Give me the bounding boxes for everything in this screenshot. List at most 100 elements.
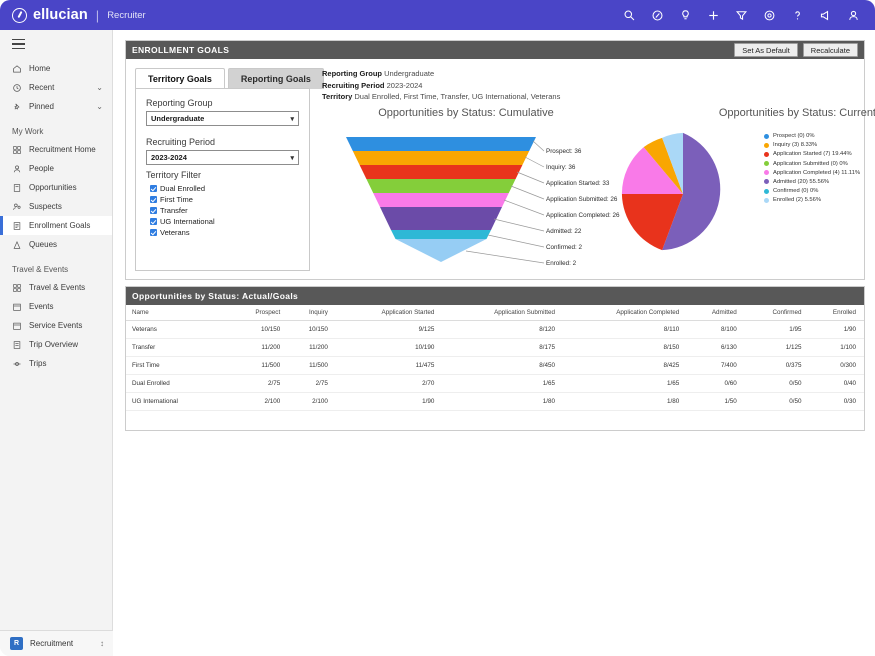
- app-switcher[interactable]: R Recruitment ↕: [0, 630, 113, 656]
- legend-color-swatch: [764, 198, 769, 203]
- plane-icon: [11, 358, 22, 369]
- lightbulb-icon[interactable]: [678, 8, 693, 23]
- table-row[interactable]: Dual Enrolled 2/75 2/75 2/70 1/65 1/65 0…: [126, 375, 864, 393]
- sidebar-item-label: Recruitment Home: [29, 145, 96, 154]
- funnel-label-inquiry: Inquiry: 36: [546, 164, 575, 171]
- territory-checkbox-first-time[interactable]: First Time: [146, 195, 299, 204]
- sidebar-item-home[interactable]: Home: [0, 59, 112, 78]
- territory-checkbox-transfer[interactable]: Transfer: [146, 206, 299, 215]
- territory-checkbox-ug-international[interactable]: UG International: [146, 217, 299, 226]
- chevron-down-icon[interactable]: ⌄: [96, 102, 103, 111]
- brand-logo[interactable]: ellucian | Recruiter: [0, 7, 146, 23]
- cell-prospect: 10/150: [231, 321, 288, 339]
- cell-confirmed: 1/95: [745, 321, 810, 339]
- pie-chart-svg: [618, 129, 748, 259]
- opportunity-icon: [11, 182, 22, 193]
- funnel-label-application-started: Application Started: 33: [546, 180, 609, 187]
- table-row[interactable]: Transfer 11/200 11/200 10/190 8/175 8/15…: [126, 339, 864, 357]
- search-icon[interactable]: [622, 8, 637, 23]
- help-icon[interactable]: [790, 8, 805, 23]
- sidebar-item-label: Suspects: [29, 202, 62, 211]
- column-header-application-completed[interactable]: Application Completed: [563, 305, 687, 321]
- legend-color-swatch: [764, 179, 769, 184]
- checkbox-icon: [150, 185, 157, 192]
- announcement-icon[interactable]: [818, 8, 833, 23]
- cell-application-started: 9/125: [336, 321, 442, 339]
- pie-chart-legend: Prospect (0) 0% Inquiry (3) 8.33% Applic…: [764, 133, 860, 207]
- sidebar-item-events[interactable]: Events: [0, 297, 112, 316]
- actual-goals-panel: Opportunities by Status: Actual/Goals Na…: [125, 286, 865, 431]
- goals-icon: [11, 220, 22, 231]
- cell-application-started: 1/90: [336, 393, 442, 411]
- reporting-group-select[interactable]: Undergraduate ▾: [146, 111, 299, 126]
- table-panel-header: Opportunities by Status: Actual/Goals: [126, 287, 864, 305]
- cell-admitted: 8/100: [687, 321, 744, 339]
- territory-checkbox-dual-enrolled[interactable]: Dual Enrolled: [146, 184, 299, 193]
- pie-chart-title: Opportunities by Status: Current: [611, 107, 875, 119]
- column-header-prospect[interactable]: Prospect: [231, 305, 288, 321]
- legend-item-enrolled: Enrolled (2) 5.56%: [764, 197, 860, 203]
- app-switcher-label: Recruitment: [30, 639, 73, 648]
- filter-icon[interactable]: [734, 8, 749, 23]
- sidebar-navigation: Home Recent ⌄ Pinned ⌄ My Work: [0, 30, 113, 656]
- cell-application-completed: 8/150: [563, 339, 687, 357]
- row-name: Veterans: [126, 321, 231, 339]
- legend-item-confirmed: Confirmed (0) 0%: [764, 188, 860, 194]
- column-header-name[interactable]: Name: [126, 305, 231, 321]
- chevron-down-icon[interactable]: ⌄: [96, 83, 103, 92]
- plus-icon[interactable]: [706, 8, 721, 23]
- recruiting-period-select[interactable]: 2023-2024 ▾: [146, 150, 299, 165]
- compass-icon[interactable]: [650, 8, 665, 23]
- home-icon: [11, 63, 22, 74]
- sidebar-item-opportunities[interactable]: Opportunities: [0, 178, 112, 197]
- sidebar-item-queues[interactable]: Queues: [0, 235, 112, 254]
- tab-reporting-goals[interactable]: Reporting Goals: [228, 68, 324, 89]
- table-title: Opportunities by Status: Actual/Goals: [132, 291, 298, 301]
- sidebar-item-service-events[interactable]: Service Events: [0, 316, 112, 335]
- sidebar-item-recent[interactable]: Recent ⌄: [0, 78, 112, 97]
- cell-application-submitted: 8/120: [442, 321, 563, 339]
- cell-enrolled: 1/90: [810, 321, 864, 339]
- column-header-application-submitted[interactable]: Application Submitted: [442, 305, 563, 321]
- checkbox-icon: [150, 229, 157, 236]
- sidebar-item-travel-events[interactable]: Travel & Events: [0, 278, 112, 297]
- chevron-updown-icon[interactable]: ↕: [100, 639, 104, 648]
- legend-label: Application Started (7) 19.44%: [773, 151, 852, 157]
- sidebar-group-travel-events: Travel & Events: [0, 254, 112, 278]
- sidebar-item-label: Travel & Events: [29, 283, 85, 292]
- cell-enrolled: 0/30: [810, 393, 864, 411]
- territory-checkbox-veterans[interactable]: Veterans: [146, 228, 299, 237]
- sidebar-item-pinned[interactable]: Pinned ⌄: [0, 97, 112, 116]
- column-header-admitted[interactable]: Admitted: [687, 305, 744, 321]
- column-header-enrolled[interactable]: Enrolled: [810, 305, 864, 321]
- reporting-group-value: Undergraduate: [151, 114, 204, 123]
- table-row[interactable]: UG International 2/100 2/100 1/90 1/80 1…: [126, 393, 864, 411]
- table-row[interactable]: Veterans 10/150 10/150 9/125 8/120 8/110…: [126, 321, 864, 339]
- cell-confirmed: 0/375: [745, 357, 810, 375]
- hamburger-menu-icon[interactable]: [0, 30, 112, 59]
- cell-enrolled: 0/300: [810, 357, 864, 375]
- set-as-default-button[interactable]: Set As Default: [734, 43, 798, 57]
- context-reporting-group-label: Reporting Group: [322, 69, 382, 78]
- sidebar-item-enrollment-goals[interactable]: Enrollment Goals: [0, 216, 112, 235]
- sidebar-item-people[interactable]: People: [0, 159, 112, 178]
- trip-icon: [11, 339, 22, 350]
- column-header-confirmed[interactable]: Confirmed: [745, 305, 810, 321]
- cell-application-submitted: 1/80: [442, 393, 563, 411]
- column-header-application-started[interactable]: Application Started: [336, 305, 442, 321]
- tab-territory-goals[interactable]: Territory Goals: [135, 68, 225, 89]
- sidebar-item-trip-overview[interactable]: Trip Overview: [0, 335, 112, 354]
- checkbox-label: Veterans: [160, 228, 190, 237]
- user-icon[interactable]: [846, 8, 861, 23]
- column-header-inquiry[interactable]: Inquiry: [288, 305, 336, 321]
- row-name: Transfer: [126, 339, 231, 357]
- table-row[interactable]: First Time 11/500 11/500 11/475 8/450 8/…: [126, 357, 864, 375]
- cell-application-completed: 8/110: [563, 321, 687, 339]
- target-icon[interactable]: [762, 8, 777, 23]
- sidebar-item-suspects[interactable]: Suspects: [0, 197, 112, 216]
- sidebar-item-trips[interactable]: Trips: [0, 354, 112, 373]
- sidebar-item-recruitment-home[interactable]: Recruitment Home: [0, 140, 112, 159]
- recalculate-button[interactable]: Recalculate: [803, 43, 858, 57]
- legend-label: Inquiry (3) 8.33%: [773, 142, 817, 148]
- enrollment-goals-panel: ENROLLMENT GOALS Set As Default Recalcul…: [125, 40, 865, 280]
